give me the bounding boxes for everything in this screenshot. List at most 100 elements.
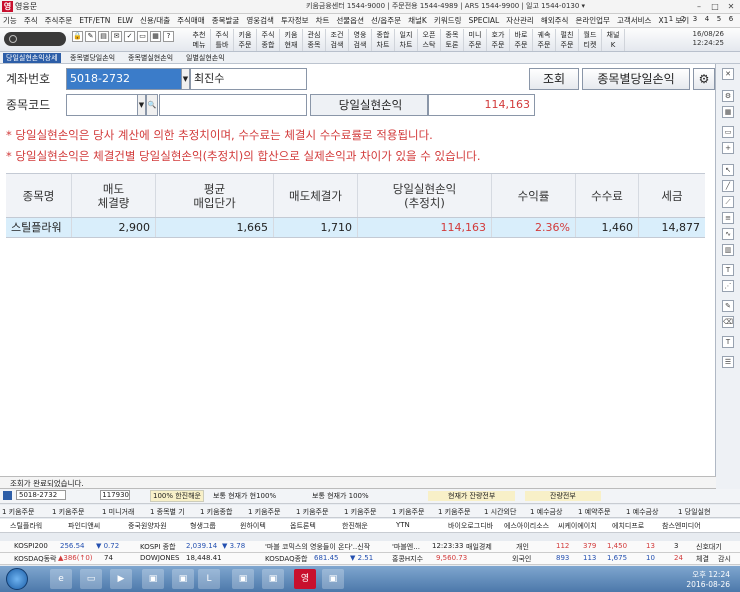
menu-item[interactable]: 기능 [3, 15, 17, 26]
news-headline[interactable]: '마블엔... [392, 542, 420, 552]
toolbar-button[interactable]: 미니 주문 [464, 29, 487, 51]
menu-item[interactable]: 주식 [24, 15, 38, 26]
menu-item[interactable]: 신용/대출 [140, 15, 170, 26]
lookup-button[interactable]: 조회 [529, 68, 579, 90]
by-stock-button[interactable]: 종목별당일손익 [582, 68, 690, 90]
chart-icon[interactable]: ▥ [722, 244, 734, 256]
tab-realized-detail[interactable]: 당일실현손익상세 [3, 53, 61, 63]
watch-item[interactable]: 스틸플라워 [10, 521, 42, 531]
toolbar-button[interactable]: 키움 주문 [234, 29, 257, 51]
settings-icon[interactable]: ⚙ [722, 90, 734, 102]
menu-item[interactable]: 자산관리 [506, 15, 534, 26]
eraser-icon[interactable]: ⌫ [722, 316, 734, 328]
column-header[interactable]: 평균 매입단가 [156, 174, 274, 217]
check-icon[interactable]: ✓ [124, 31, 135, 42]
shortcut-item[interactable]: 1 예수금상 [530, 507, 562, 517]
shortcut-item[interactable]: 1 예수금상 [626, 507, 658, 517]
toolbar-button[interactable]: 바로 주문 [510, 29, 533, 51]
menu-item[interactable]: 주식주문 [45, 15, 73, 26]
toolbar-button[interactable]: 일지 차트 [395, 29, 418, 51]
shortcut-item[interactable]: 1 시간외단 [484, 507, 516, 517]
screen-number[interactable]: 5 [714, 15, 724, 23]
grid-icon[interactable]: ▦ [150, 31, 161, 42]
fibonacci-icon[interactable]: ≡ [722, 212, 734, 224]
menu-item[interactable]: 차트 [316, 15, 330, 26]
folder-icon[interactable]: ▭ [80, 569, 102, 589]
menu-item[interactable]: 종목발굴 [212, 15, 240, 26]
watch-item[interactable]: 한진해운 [342, 521, 368, 531]
toolbar-button[interactable]: 관심 종목 [303, 29, 326, 51]
shortcut-item[interactable]: 1 키움주문 [248, 507, 280, 517]
screen-number[interactable]: 6 [726, 15, 736, 23]
watch-item[interactable]: YTN [396, 521, 410, 529]
menu-item[interactable]: ELW [117, 16, 133, 25]
toolbar-button[interactable]: 월드 티켓 [579, 29, 602, 51]
pen-icon[interactable]: ✎ [722, 300, 734, 312]
toolbar-button[interactable]: 오픈 스탁 [418, 29, 441, 51]
menu-item[interactable]: SPECIAL [468, 16, 499, 25]
screen-number[interactable]: 1 [666, 15, 676, 23]
menu-item[interactable]: 채널K [408, 15, 427, 26]
menu-item[interactable]: 해외주식 [541, 15, 569, 26]
app-icon[interactable]: ▣ [262, 569, 284, 589]
close-icon[interactable]: ✕ [724, 1, 738, 12]
watch-item[interactable]: 바이오로그디바 [448, 521, 493, 531]
menu-item[interactable]: 고객서비스 [617, 15, 652, 26]
toolbar-button[interactable]: 추천 메뉴 [188, 29, 211, 51]
order-mode[interactable]: 현재가 잔량전부 [428, 491, 516, 501]
account-dropdown-icon[interactable]: ▼ [181, 68, 190, 90]
media-icon[interactable]: ▶ [110, 569, 132, 589]
menu-item[interactable]: 영웅검색 [246, 15, 274, 26]
help-icon[interactable]: ? [163, 31, 174, 42]
ie-icon[interactable]: e [50, 569, 72, 589]
menu-item[interactable]: 주식매매 [177, 15, 205, 26]
toolbar-button[interactable]: 궤속 주문 [533, 29, 556, 51]
screen-search-box[interactable] [4, 32, 66, 46]
toolbar-button[interactable]: 키움 현재 [280, 29, 303, 51]
window-icon[interactable]: ▭ [722, 126, 734, 138]
shortcut-item[interactable]: 1 키움종합 [200, 507, 232, 517]
account-input[interactable]: 5018-2732 [66, 68, 182, 90]
watch-item[interactable]: 참스엔미디어 [662, 521, 701, 531]
watch-item[interactable]: 파인디앤씨 [68, 521, 100, 531]
order-item[interactable]: 100% 한진해운 [150, 490, 204, 502]
menu-item[interactable]: 온라인업무 [575, 15, 610, 26]
column-header[interactable]: 세금 [639, 174, 705, 217]
search-icon[interactable]: 🔍 [146, 94, 158, 116]
index-name[interactable]: KOSPI 종합 [140, 542, 176, 552]
toolbar-button[interactable]: 영웅 검색 [349, 29, 372, 51]
shortcut-item[interactable]: 1 당일실현 [678, 507, 710, 517]
ls-icon[interactable]: L [198, 569, 220, 589]
window-icon[interactable]: ▭ [137, 31, 148, 42]
start-button[interactable] [6, 568, 28, 590]
list-icon[interactable]: ☰ [722, 356, 734, 368]
column-header[interactable]: 당일실현손익 (추정치) [358, 174, 492, 217]
order-mode[interactable]: 잔량전부 [525, 491, 601, 501]
plus-icon[interactable]: + [722, 142, 734, 154]
table-row[interactable]: 스틸플라워 2,900 1,665 1,710 114,163 2.36% 1,… [6, 218, 705, 238]
tab-daily-realized[interactable]: 일별실현손익 [186, 53, 225, 63]
order-mode[interactable]: 보통 현재가 100% [312, 491, 369, 501]
index-name[interactable]: KOSDAQ종합 [265, 554, 307, 564]
pattern-icon[interactable]: ⋰ [722, 280, 734, 292]
stock-dropdown-icon[interactable]: ▼ [137, 94, 146, 116]
kiwoom-icon[interactable]: 영 [294, 569, 316, 589]
watch-item[interactable]: 에스아이리소스 [504, 521, 549, 531]
app-icon[interactable]: ▣ [232, 569, 254, 589]
tab-by-stock-realized[interactable]: 종목별실현손익 [128, 53, 173, 63]
index-name[interactable]: KOSDAQ동락 [14, 554, 56, 564]
pencil-icon[interactable]: ✎ [85, 31, 96, 42]
shortcut-item[interactable]: 1 키움주문 [438, 507, 470, 517]
news-headline[interactable]: '마블 코믹스의 영웅들이 온다'..신작 [265, 542, 370, 552]
watch-item[interactable]: 형생그룹 [190, 521, 216, 531]
screen-number[interactable]: 4 [702, 15, 712, 23]
watch-item[interactable]: 씨케이에이치 [558, 521, 597, 531]
wave-icon[interactable]: ∿ [722, 228, 734, 240]
shortcut-item[interactable]: 1 키움주문 [2, 507, 34, 517]
shortcut-item[interactable]: 1 키움주문 [344, 507, 376, 517]
gear-icon[interactable]: ⚙ [693, 68, 715, 90]
screen-number[interactable]: 3 [690, 15, 700, 23]
chart-icon[interactable]: ▤ [98, 31, 109, 42]
execution-label[interactable]: 체결 [696, 554, 709, 564]
line-icon[interactable]: ╱ [722, 180, 734, 192]
